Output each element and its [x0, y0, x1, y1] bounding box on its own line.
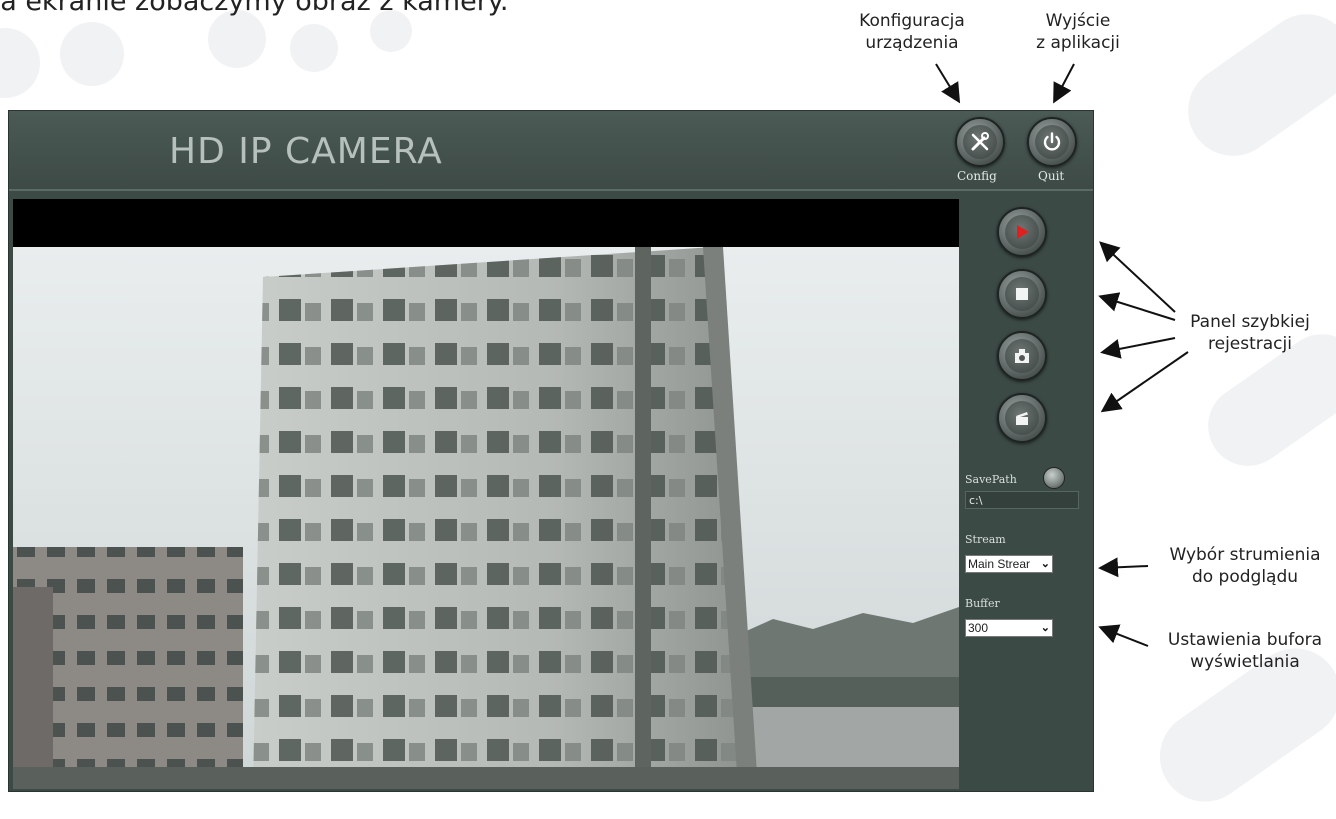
- power-icon: [1035, 125, 1069, 159]
- quick-record-panel: SavePath c:\ Stream Main Strear ⌄ Buffer…: [961, 199, 1089, 789]
- clapperboard-icon: [1005, 401, 1039, 435]
- annotation-quick-panel: Panel szybkiej rejestracji: [1190, 312, 1310, 354]
- stream-label: Stream: [965, 533, 1006, 546]
- arrow-to-config: [935, 63, 961, 104]
- chevron-down-icon: ⌄: [1040, 622, 1050, 634]
- app-header: HD IP CAMERA Config Quit: [9, 111, 1093, 191]
- intro-text: Na ekranie zobaczymy obraz z kamery.: [0, 0, 509, 17]
- play-icon: [1005, 215, 1039, 249]
- camera-snapshot-icon: [1005, 339, 1039, 373]
- app-title: HD IP CAMERA: [169, 131, 443, 172]
- save-path-field[interactable]: c:\: [965, 491, 1079, 509]
- watermark-dot: [290, 24, 338, 72]
- record-button[interactable]: [997, 393, 1047, 443]
- camera-app-window: HD IP CAMERA Config Quit SavePath c:\ St…: [8, 110, 1094, 792]
- watermark-shape: [1170, 0, 1336, 174]
- play-button[interactable]: [997, 207, 1047, 257]
- stream-select-value: Main Strear: [968, 557, 1031, 571]
- video-top-bar: [13, 199, 959, 247]
- arrow-to-stop: [1098, 292, 1176, 321]
- watermark-dot: [60, 22, 124, 86]
- arrow-to-record: [1100, 351, 1189, 413]
- camera-live-view[interactable]: [13, 247, 959, 789]
- video-area: [13, 199, 959, 789]
- annotation-stream: Wybór strumienia do podglądu: [1169, 545, 1321, 587]
- wrench-screwdriver-icon: [963, 125, 997, 159]
- camera-image: [13, 247, 959, 789]
- arrow-to-snapshot: [1100, 337, 1176, 359]
- chevron-down-icon: ⌄: [1040, 558, 1050, 570]
- arrow-to-buffer: [1098, 624, 1149, 647]
- buffer-select-value: 300: [968, 621, 989, 635]
- watermark-dot: [0, 28, 40, 98]
- quit-caption: Quit: [1038, 169, 1065, 183]
- arrow-to-quit: [1053, 63, 1075, 104]
- stop-icon: [1005, 277, 1039, 311]
- config-caption: Config: [957, 169, 997, 183]
- annotation-buffer: Ustawienia bufora wyświetlania: [1167, 630, 1323, 672]
- stream-select[interactable]: Main Strear ⌄: [965, 555, 1053, 573]
- buffer-label: Buffer: [965, 597, 1000, 610]
- buffer-select[interactable]: 300 ⌄: [965, 619, 1053, 637]
- watermark-dot: [208, 10, 266, 68]
- folder-browse-icon[interactable]: [1043, 467, 1065, 489]
- snapshot-button[interactable]: [997, 331, 1047, 381]
- annotation-config: Konfiguracja urządzenia: [859, 11, 965, 53]
- save-path-label: SavePath: [965, 473, 1017, 486]
- config-button[interactable]: [955, 117, 1005, 167]
- arrow-to-stream: [1098, 557, 1149, 578]
- stop-button[interactable]: [997, 269, 1047, 319]
- annotation-quit: Wyjście z aplikacji: [1036, 11, 1120, 53]
- quit-button[interactable]: [1027, 117, 1077, 167]
- arrow-to-play: [1099, 241, 1176, 313]
